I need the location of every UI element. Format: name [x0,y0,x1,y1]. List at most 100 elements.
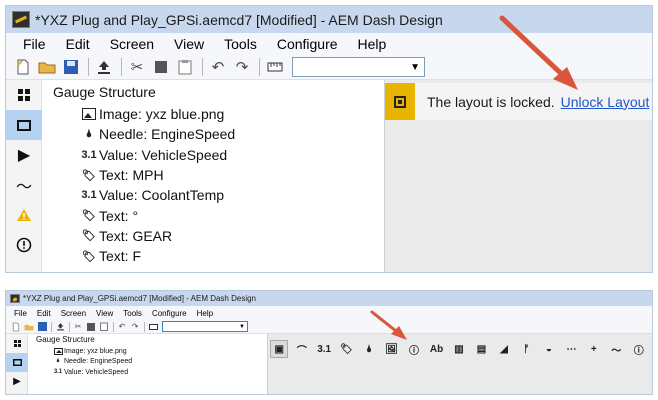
save-icon[interactable] [60,57,82,77]
tree-item-needle[interactable]: 🌢 Needle: EngineSpeed [42,124,384,144]
tree-item-label: Value: VehicleSpeed [99,146,228,163]
menu-tools[interactable]: Tools [118,309,147,318]
menu-help[interactable]: Help [192,309,218,318]
tree-item-needle[interactable]: 🌢 Needle: EngineSpeed [28,357,267,368]
tree-item-text[interactable]: 🏷 Text: GEAR [42,226,384,246]
tree-item-text[interactable]: 🏷 Text: ° [42,205,384,225]
app-logo-icon [12,11,30,28]
play-icon[interactable]: ▶ [6,140,42,170]
tree-item-label: Image: yxz blue.png [99,106,225,123]
tree-item-value[interactable]: 3.1 Value: CoolantTemp [42,185,384,205]
bar-icon[interactable]: ▥ [450,340,468,358]
ruler-icon[interactable] [264,57,286,77]
layout-grid-icon[interactable] [6,80,42,110]
tree-item-text[interactable]: 🏷 Text: F [42,246,384,266]
tree-item-value[interactable]: 3.1 Value: VehicleSpeed [42,145,384,165]
upload-icon[interactable] [54,321,66,333]
save-icon[interactable] [36,321,48,333]
copy-icon[interactable] [150,57,172,77]
menu-edit[interactable]: Edit [32,309,56,318]
menu-edit[interactable]: Edit [56,36,100,52]
tree-item-label: Needle: EngineSpeed [64,358,133,366]
warning-icon[interactable] [6,200,42,230]
toolbar-separator [69,321,70,332]
gauge-structure-panel: Gauge Structure Image: yxz blue.png 🌢 Ne… [42,80,384,272]
undo-icon[interactable]: ↶ [207,57,229,77]
value-icon: 3.1 [53,369,63,376]
alert-icon[interactable] [6,230,42,260]
tag-icon: 🏷 [82,250,96,263]
menu-file[interactable]: File [6,309,32,318]
tag-icon[interactable]: 🏷 [337,340,355,358]
value-icon[interactable]: 3.1 [315,340,333,358]
screen-select-icon[interactable] [6,110,42,140]
new-file-icon[interactable] [12,57,34,77]
redo-icon[interactable]: ↷ [129,321,141,333]
tree-item-label: Image: yxz blue.png [64,347,127,355]
graph-icon[interactable]: 〜 [607,340,625,358]
vertical-bar-icon[interactable]: ▤ [472,340,490,358]
window-title: *YXZ Plug and Play_GPSi.aemcd7 [Modified… [23,294,256,303]
menu-tools[interactable]: Tools [214,36,267,52]
play-icon[interactable]: ▶ [6,372,28,391]
cut-icon[interactable]: ✂ [72,321,84,333]
undo-icon[interactable]: ↶ [116,321,128,333]
lamp-icon[interactable]: ◒ [540,340,558,358]
tree-item-label: Text: F [99,248,142,265]
image-icon[interactable]: 🖼 [382,340,400,358]
tag-icon: 🏷 [82,230,96,243]
tree-item-text[interactable]: 🏷 Text: MPH [42,165,384,185]
paste-icon[interactable] [98,321,110,333]
tree-item-value[interactable]: 3.1 Value: VehicleSpeed [28,367,267,378]
chevron-down-icon: ▼ [410,61,420,73]
dashes-icon[interactable]: ⋯ [562,340,580,358]
screen-select-icon[interactable] [6,353,28,372]
app-logo-icon [10,294,20,303]
tree-item-label: Value: VehicleSpeed [64,368,129,376]
tag-icon: 🏷 [82,169,96,182]
cut-icon[interactable]: ✂ [126,57,148,77]
alert-icon[interactable]: ⓘ [405,340,423,358]
screen-dropdown[interactable]: ▼ [162,321,248,332]
menu-screen[interactable]: Screen [56,309,91,318]
chart-icon[interactable]: 〜 [6,170,42,200]
sweep-icon[interactable]: ◢ [495,340,513,358]
screen-dropdown[interactable]: ▼ [292,57,425,77]
menu-file[interactable]: File [6,36,56,52]
menu-help[interactable]: Help [348,36,397,52]
open-folder-icon[interactable] [23,321,35,333]
menu-bar: File Edit Screen View Tools Configure He… [6,33,652,55]
info-icon[interactable]: ⓘ [630,340,648,358]
open-folder-icon[interactable] [36,57,58,77]
toolbar-separator [202,58,203,76]
upload-icon[interactable] [93,57,115,77]
menu-screen[interactable]: Screen [100,36,164,52]
tree-item-image[interactable]: Image: yxz blue.png [28,346,267,357]
layout-icon[interactable]: ▣ [270,340,289,358]
canvas-area: ▣ ⌒ 3.1 🏷 🌢 🖼 ⓘ Ab ▥ ▤ ◢ ᚠ ◒ ⋯ + 〜 ⓘ [267,334,652,394]
new-file-icon[interactable] [10,321,22,333]
redo-icon[interactable]: ↷ [231,57,253,77]
menu-configure[interactable]: Configure [267,36,348,52]
menu-view[interactable]: View [164,36,214,52]
image-icon [53,347,63,355]
layout-grid-icon[interactable] [6,334,28,353]
unlock-layout-link[interactable]: Unlock Layout [561,94,650,110]
tree-item-image[interactable]: Image: yxz blue.png [42,104,384,124]
paste-icon[interactable] [174,57,196,77]
canvas-area: The layout is locked. Unlock Layout [384,80,652,272]
needle-icon[interactable]: 🌢 [360,340,378,358]
text-icon[interactable]: Ab [427,340,445,358]
gear-shift-icon[interactable]: ᚠ [517,340,535,358]
copy-icon[interactable] [85,321,97,333]
bottom-app-window: *YXZ Plug and Play_GPSi.aemcd7 [Modified… [5,290,653,395]
needle-icon: 🌢 [56,358,60,365]
gauge-arc-icon[interactable]: ⌒ [292,340,310,358]
menu-configure[interactable]: Configure [147,309,192,318]
toolbar-separator [259,58,260,76]
plus-icon[interactable]: + [585,340,603,358]
ruler-icon[interactable] [147,321,159,333]
menu-view[interactable]: View [91,309,118,318]
lock-banner: The layout is locked. Unlock Layout [385,83,652,120]
gauge-structure-panel: Gauge Structure Image: yxz blue.png 🌢 Ne… [28,334,267,394]
